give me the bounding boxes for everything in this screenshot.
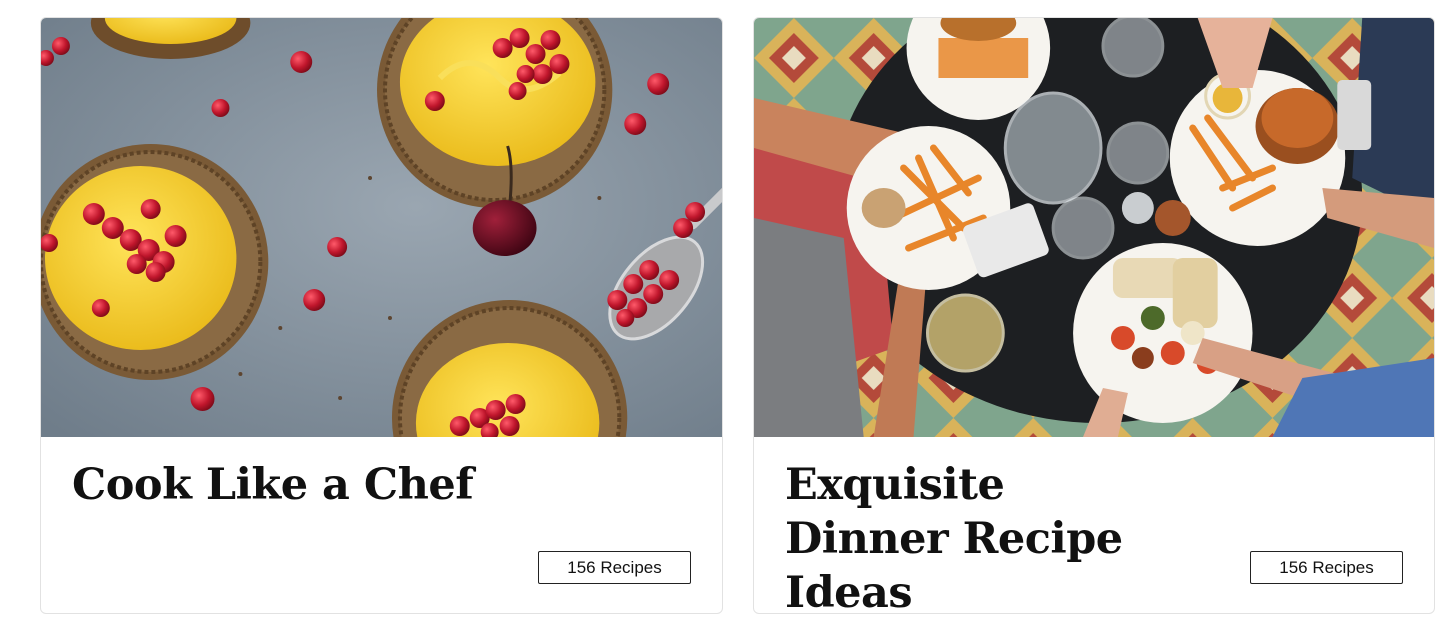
recipe-count-badge[interactable]: 156 Recipes bbox=[1250, 551, 1403, 584]
recipe-card-cook-like-a-chef[interactable]: Cook Like a Chef 156 Recipes bbox=[40, 17, 723, 614]
recipe-count-badge[interactable]: 156 Recipes bbox=[538, 551, 691, 584]
card-title[interactable]: Cook Like a Chef bbox=[72, 458, 632, 512]
card-image-tarts[interactable] bbox=[41, 18, 722, 437]
tarts-photo bbox=[41, 18, 722, 437]
dinner-table-photo bbox=[754, 18, 1434, 437]
card-image-dinner-table[interactable] bbox=[754, 18, 1434, 437]
recipe-card-exquisite-dinner[interactable]: Exquisite Dinner Recipe Ideas 156 Recipe… bbox=[753, 17, 1435, 614]
card-title[interactable]: Exquisite Dinner Recipe Ideas bbox=[785, 458, 1165, 613]
